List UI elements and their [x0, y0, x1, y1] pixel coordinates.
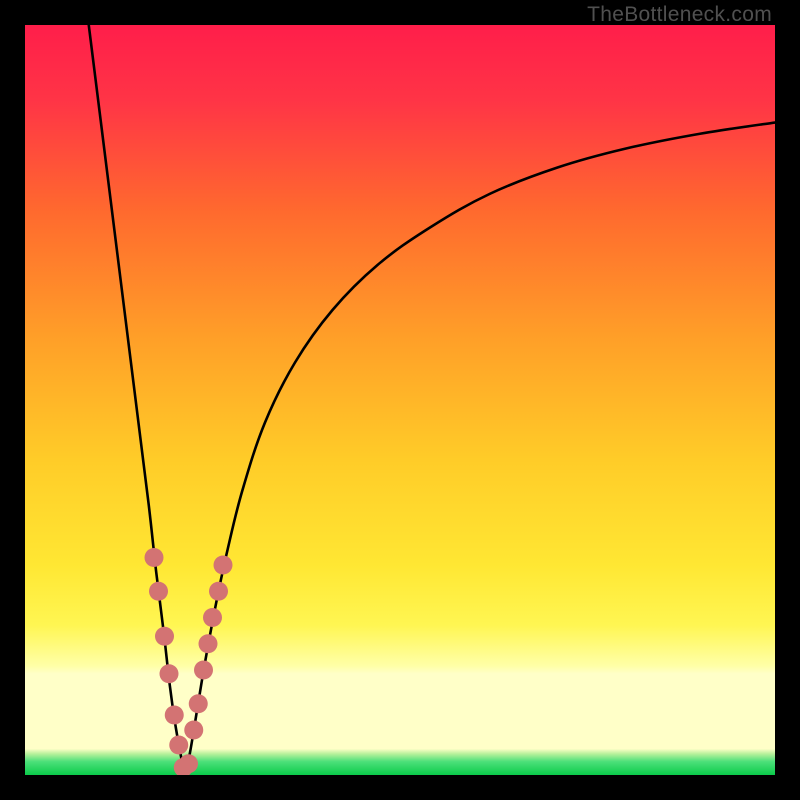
watermark-text: TheBottleneck.com	[587, 3, 772, 27]
chart-frame: TheBottleneck.com	[0, 0, 800, 800]
plot-area	[25, 25, 775, 775]
gradient-background	[25, 25, 775, 775]
